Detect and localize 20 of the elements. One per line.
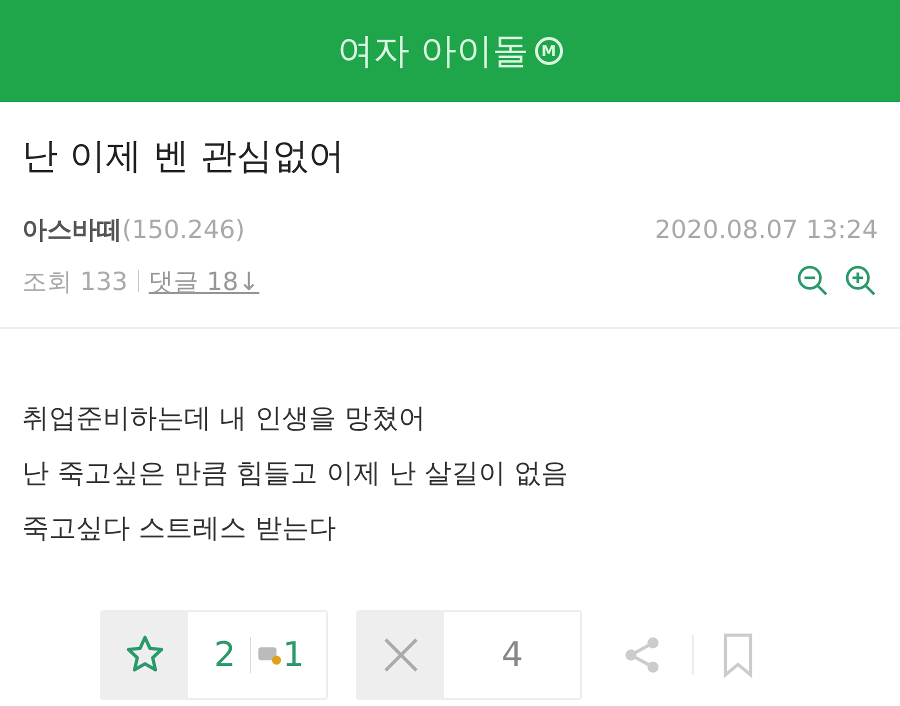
author-name[interactable]: 아스바떼 — [22, 214, 122, 244]
post-title: 난 이제 벤 관심없어 — [22, 135, 346, 179]
board-title[interactable]: 여자 아이돌 — [337, 26, 529, 76]
dislike-button[interactable] — [358, 612, 444, 698]
recommend-count: 2 — [213, 635, 237, 675]
body-text-line: 죽고싶다 스트레스 받는다 — [22, 512, 338, 546]
view-count: 조회 133 — [22, 266, 128, 298]
body-text-line: 취업준비하는데 내 인생을 망쳤어 — [22, 402, 427, 436]
zoom-out-icon[interactable] — [796, 264, 830, 298]
author-ip: (150.246) — [122, 214, 245, 244]
zoom-in-icon[interactable] — [844, 264, 878, 298]
comment-link[interactable]: 댓글 18↓ — [148, 264, 260, 298]
fixed-user-icon — [256, 644, 283, 666]
minor-gallery-badge: M — [534, 37, 563, 65]
post-date: 2020.08.07 13:24 — [654, 214, 878, 244]
dislike-count: 4 — [500, 635, 524, 675]
body-text-line: 난 죽고싶은 만큼 힘들고 이제 난 살길이 없음 — [22, 457, 570, 491]
bookmark-icon[interactable] — [722, 632, 754, 678]
recommend-button[interactable] — [102, 612, 188, 698]
fixed-recommend-count: 1 — [282, 635, 306, 675]
